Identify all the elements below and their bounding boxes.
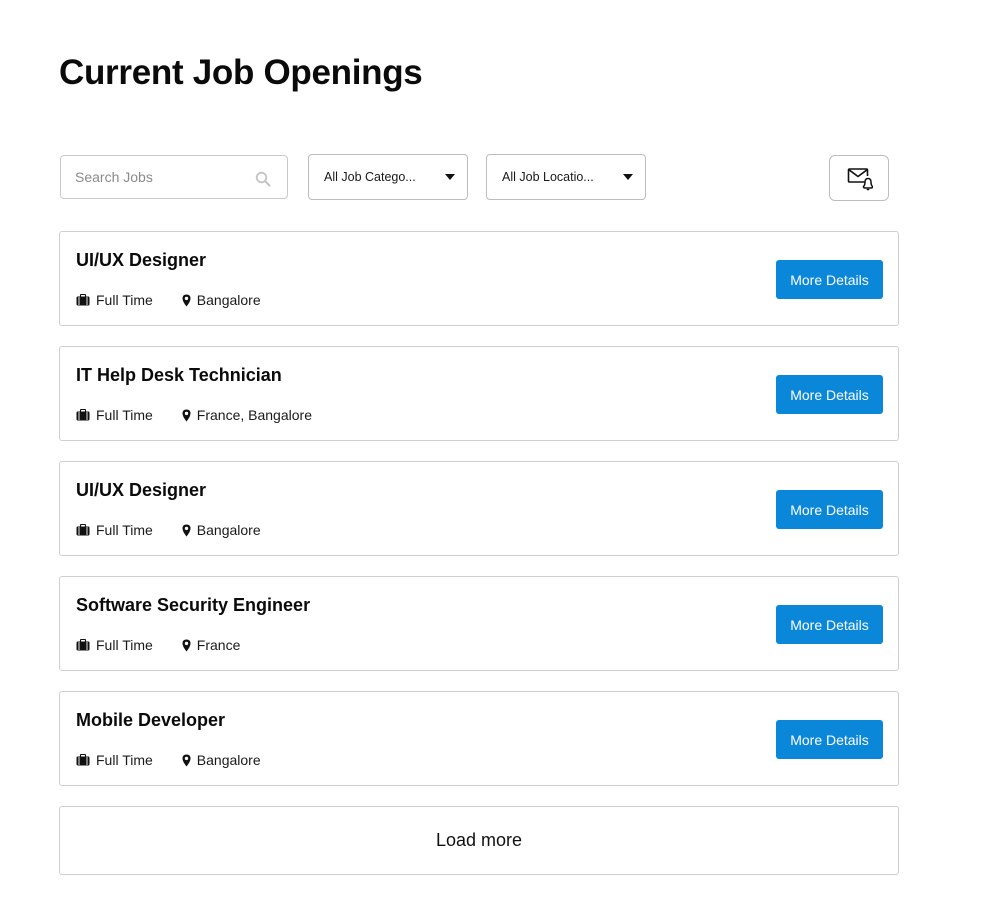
caret-down-icon (445, 174, 455, 180)
map-pin-icon (182, 639, 191, 651)
job-type-label: Full Time (96, 637, 153, 653)
page-title: Current Job Openings (59, 53, 423, 92)
job-title: UI/UX Designer (76, 480, 207, 500)
job-location-label: Bangalore (196, 752, 261, 768)
briefcase-icon (76, 754, 90, 766)
more-details-button[interactable]: More Details (776, 260, 883, 299)
more-details-button[interactable]: More Details (776, 490, 883, 529)
job-type-label: Full Time (96, 522, 153, 538)
job-meta: Full Time France, Bangalore (76, 406, 312, 424)
job-category-select[interactable]: All Job Catego... (308, 154, 468, 200)
briefcase-icon (76, 409, 90, 421)
job-card: IT Help Desk Technician Full Time France… (59, 346, 899, 441)
briefcase-icon (76, 294, 90, 306)
job-location-selected: All Job Locatio... (502, 170, 594, 184)
briefcase-icon (76, 639, 90, 651)
job-card: Software Security Engineer Full Time Fra… (59, 576, 899, 671)
job-title: Software Security Engineer (76, 595, 311, 615)
job-meta: Full Time France (76, 636, 240, 654)
job-alert-button[interactable] (829, 155, 889, 201)
job-type: Full Time (76, 407, 153, 423)
job-location-label: Bangalore (196, 522, 261, 538)
job-card: UI/UX Designer Full Time Bangalore More (59, 231, 899, 326)
job-title: IT Help Desk Technician (76, 365, 282, 385)
job-title: UI/UX Designer (76, 250, 207, 270)
job-type-label: Full Time (96, 407, 153, 423)
job-type: Full Time (76, 292, 153, 308)
search-icon[interactable] (255, 171, 271, 187)
job-location-label: France (196, 637, 241, 653)
map-pin-icon (182, 409, 191, 421)
job-card: UI/UX Designer Full Time Bangalore More (59, 461, 899, 556)
briefcase-icon (76, 524, 90, 536)
job-type: Full Time (76, 637, 153, 653)
job-location-label: Bangalore (196, 292, 261, 308)
job-type: Full Time (76, 752, 153, 768)
more-details-button[interactable]: More Details (776, 375, 883, 414)
map-pin-icon (182, 524, 191, 536)
job-type-label: Full Time (96, 752, 153, 768)
job-location: Bangalore (182, 752, 261, 768)
search-field[interactable] (60, 155, 288, 199)
mail-bell-icon (847, 168, 873, 191)
job-location: Bangalore (182, 292, 261, 308)
job-meta: Full Time Bangalore (76, 291, 261, 309)
job-type: Full Time (76, 522, 153, 538)
job-card: Mobile Developer Full Time Bangalore Mor (59, 691, 899, 786)
caret-down-icon (623, 174, 633, 180)
job-location: France (182, 637, 241, 653)
more-details-button[interactable]: More Details (776, 605, 883, 644)
map-pin-icon (182, 754, 191, 766)
job-location-select[interactable]: All Job Locatio... (486, 154, 646, 200)
map-pin-icon (182, 294, 191, 306)
job-meta: Full Time Bangalore (76, 521, 261, 539)
job-location-label: France, Bangalore (196, 407, 312, 423)
load-more-button[interactable]: Load more (59, 806, 899, 875)
job-meta: Full Time Bangalore (76, 751, 261, 769)
more-details-button[interactable]: More Details (776, 720, 883, 759)
job-title: Mobile Developer (76, 710, 226, 730)
job-location: Bangalore (182, 522, 261, 538)
job-category-selected: All Job Catego... (324, 170, 416, 184)
job-location: France, Bangalore (182, 407, 312, 423)
job-type-label: Full Time (96, 292, 153, 308)
search-input[interactable] (75, 156, 245, 198)
